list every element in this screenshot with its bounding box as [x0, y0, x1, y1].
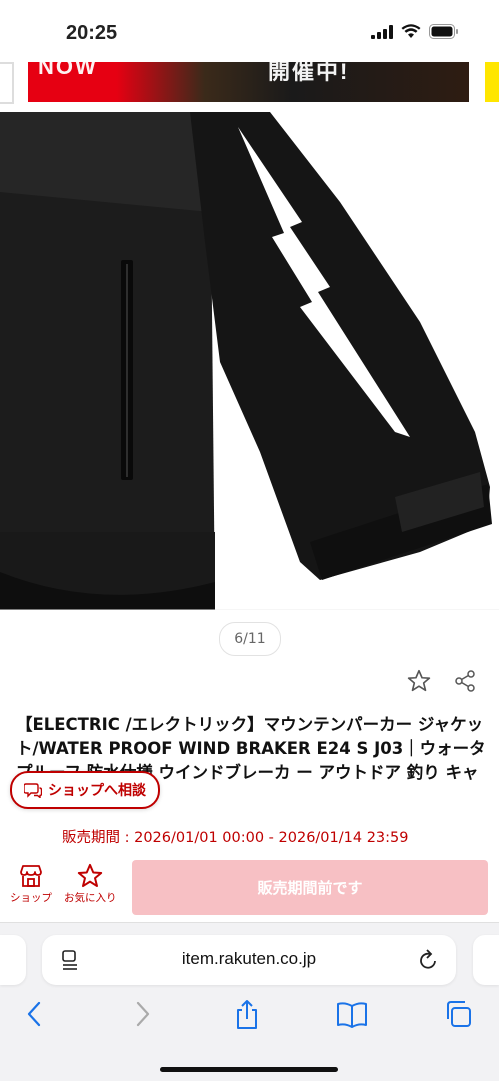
status-time: 20:25: [66, 22, 118, 44]
cart-button-disabled[interactable]: 販売期間前です: [132, 860, 488, 915]
promo-banner[interactable]: NOW 開催中!: [28, 62, 469, 102]
chat-bubble-icon: [24, 783, 42, 798]
image-counter: 6/11: [219, 622, 281, 656]
shop-link[interactable]: ショップ: [10, 862, 52, 905]
sale-period: 販売期間 : 2026/01/01 00:00 - 2026/01/14 23:…: [62, 830, 409, 846]
shop-icon: [20, 865, 42, 887]
promo-banner-carousel[interactable]: NOW 開催中!: [0, 62, 499, 106]
url-text: item.rakuten.co.jp: [181, 949, 317, 968]
star-outline-icon: [78, 863, 103, 888]
shop-label: ショップ: [10, 892, 52, 904]
next-tab-peek[interactable]: [473, 935, 499, 985]
cart-button-label: 販売期間前です: [257, 879, 363, 897]
product-image[interactable]: [0, 112, 499, 611]
prev-tab-peek[interactable]: [0, 935, 26, 985]
favorite-label: お気に入り: [64, 892, 117, 904]
address-bar[interactable]: item.rakuten.co.jp: [42, 935, 456, 985]
status-icons: [371, 24, 459, 39]
back-icon[interactable]: [24, 999, 46, 1029]
star-outline-icon: [407, 669, 431, 692]
share-icon: [455, 670, 475, 692]
banner-left-text: NOW: [38, 62, 98, 79]
shop-consult-button[interactable]: ショップへ相談: [10, 771, 160, 809]
browser-chrome: item.rakuten.co.jp: [0, 922, 499, 1081]
share-button[interactable]: [453, 668, 477, 698]
wifi-icon: [401, 24, 421, 38]
browser-toolbar: [0, 999, 499, 1039]
reload-icon[interactable]: [418, 948, 440, 972]
status-bar: 20:25: [0, 0, 499, 62]
shop-consult-label: ショップへ相談: [48, 783, 146, 799]
share-sheet-icon[interactable]: [233, 999, 261, 1031]
favorite-link[interactable]: お気に入り: [64, 862, 117, 905]
jacket-photo: [0, 112, 499, 611]
favorite-star-button[interactable]: [406, 668, 432, 698]
bookmarks-icon[interactable]: [336, 999, 368, 1029]
purchase-bar: ショップ お気に入り 販売期間前です: [0, 858, 499, 920]
banner-right-text: 開催中!: [268, 62, 350, 84]
home-indicator: [160, 1067, 338, 1072]
battery-icon: [429, 24, 458, 39]
banner-prev-slide[interactable]: [0, 62, 14, 104]
forward-icon[interactable]: [131, 999, 153, 1029]
tabs-icon[interactable]: [445, 999, 473, 1029]
signal-icon: [371, 24, 393, 39]
banner-next-slide[interactable]: [485, 62, 499, 102]
